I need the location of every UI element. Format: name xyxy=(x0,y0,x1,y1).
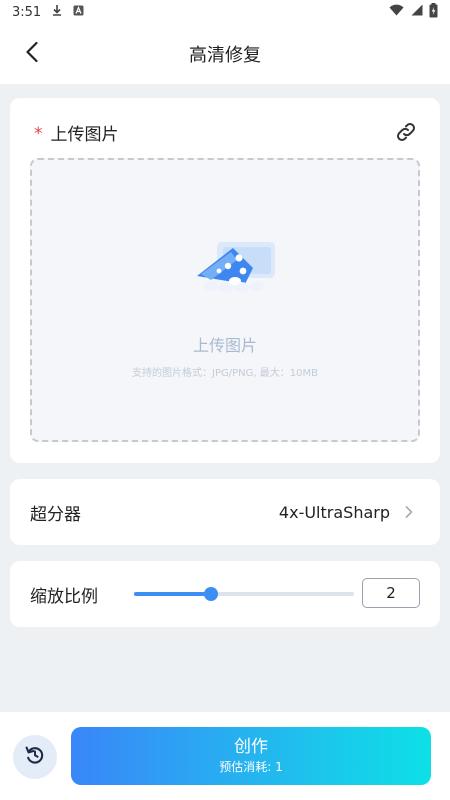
upscaler-value: 4x-UltraSharp xyxy=(278,502,390,522)
battery-icon xyxy=(429,2,438,22)
required-mark: * xyxy=(34,124,43,144)
scale-slider[interactable] xyxy=(134,587,354,601)
wifi-icon xyxy=(389,4,404,20)
chevron-left-icon xyxy=(25,41,39,67)
bottom-bar: 创作 预估消耗: 1 xyxy=(0,712,450,800)
link-icon[interactable] xyxy=(394,120,418,144)
format-hint: 支持的图片格式：JPG/PNG, 最大：10MB xyxy=(132,368,318,379)
create-button[interactable]: 创作 预估消耗: 1 xyxy=(71,727,431,785)
download-icon xyxy=(51,4,63,20)
upload-dropzone[interactable]: 上传图片 支持的图片格式：JPG/PNG, 最大：10MB xyxy=(30,158,420,442)
refresh-icon xyxy=(23,743,47,771)
status-bar: 3:51 xyxy=(0,0,450,24)
page-title: 高清修复 xyxy=(189,45,261,66)
upload-title: 上传图片 xyxy=(50,125,119,145)
app-notification-icon xyxy=(73,5,84,20)
app-header: 高清修复 xyxy=(0,24,450,84)
reset-button[interactable] xyxy=(13,735,57,779)
scale-row: 缩放比例 xyxy=(10,561,440,627)
slider-fill xyxy=(134,592,211,596)
scale-input[interactable] xyxy=(362,578,420,608)
back-button[interactable] xyxy=(16,38,48,70)
image-upload-icon xyxy=(187,240,277,298)
upload-header: * 上传图片 xyxy=(34,120,119,145)
upscaler-selector[interactable]: 超分器 4x-UltraSharp xyxy=(10,479,440,545)
chevron-right-icon xyxy=(398,501,420,523)
status-time: 3:51 xyxy=(12,4,42,20)
scale-label: 缩放比例 xyxy=(30,586,98,607)
upload-card: * 上传图片 上传图片 支持的图片格式：JPG/PNG, 最大：10MB xyxy=(10,98,440,463)
slider-thumb[interactable] xyxy=(204,587,218,601)
cost-label: 预估消耗: 1 xyxy=(219,760,283,774)
dropzone-label: 上传图片 xyxy=(192,336,257,355)
upscaler-label: 超分器 xyxy=(30,504,81,525)
create-label: 创作 xyxy=(234,737,268,757)
signal-icon xyxy=(410,4,423,20)
